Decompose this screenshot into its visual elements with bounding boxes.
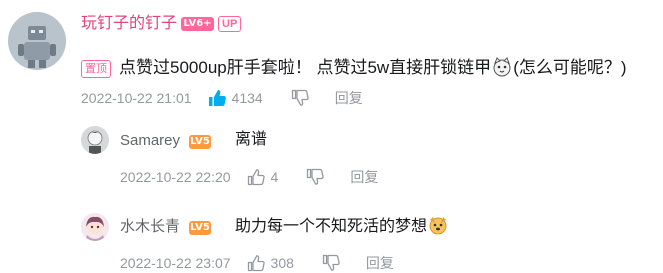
reply-content: 离谱 bbox=[235, 131, 268, 148]
username[interactable]: Samarey bbox=[120, 131, 180, 151]
dislike-icon[interactable] bbox=[306, 168, 325, 186]
username[interactable]: 水木长青 bbox=[120, 217, 180, 237]
level-badge: LV5 bbox=[189, 135, 211, 149]
comment-content: 点赞过5000up肝手套啦！ 点赞过5w直接肝锁链甲 (怎么可能呢？) bbox=[119, 57, 627, 79]
up-badge: UP bbox=[218, 16, 242, 32]
reply-meta: 2022-10-22 23:07 308 回复 bbox=[120, 253, 394, 273]
robot-avatar-image bbox=[8, 12, 66, 70]
like-icon-filled[interactable] bbox=[208, 89, 226, 107]
comment-text: 点赞过5000up肝手套啦！ 点赞过5w直接肝锁链甲 bbox=[119, 58, 492, 77]
comment-text-tail: (怎么可能呢？) bbox=[513, 58, 627, 77]
dog-emoji-icon bbox=[428, 215, 448, 235]
comment-time: 2022-10-22 21:01 bbox=[81, 90, 192, 106]
avatar[interactable] bbox=[81, 213, 109, 241]
like-icon[interactable] bbox=[247, 254, 265, 272]
like-count: 4 bbox=[270, 169, 279, 185]
reply-button[interactable]: 回复 bbox=[350, 167, 378, 187]
reply-button[interactable]: 回复 bbox=[366, 253, 394, 273]
anime-girl-avatar-image bbox=[81, 213, 109, 241]
like-count: 4134 bbox=[231, 90, 263, 106]
reply-time: 2022-10-22 23:07 bbox=[120, 255, 231, 271]
reply-button[interactable]: 回复 bbox=[335, 88, 363, 108]
character-avatar-image bbox=[81, 126, 109, 154]
dislike-icon[interactable] bbox=[322, 254, 340, 272]
reply-text: 助力每一个不知死活的梦想 bbox=[235, 218, 428, 235]
dislike-icon[interactable] bbox=[291, 89, 309, 107]
level-badge: LV6+ bbox=[181, 17, 214, 31]
comment-meta: 2022-10-22 21:01 4134 回复 bbox=[81, 88, 363, 108]
reply-time: 2022-10-22 22:20 bbox=[120, 169, 231, 185]
reply-content: 助力每一个不知死活的梦想 bbox=[235, 215, 449, 238]
avatar[interactable] bbox=[8, 12, 66, 70]
like-count: 308 bbox=[270, 255, 294, 271]
pinned-badge: 置顶 bbox=[81, 60, 111, 78]
reply-meta: 2022-10-22 22:20 4 回复 bbox=[120, 167, 378, 187]
like-icon[interactable] bbox=[247, 168, 265, 186]
avatar[interactable] bbox=[81, 126, 109, 154]
cat-emoji-icon bbox=[492, 57, 512, 77]
username[interactable]: 玩钉子的钉子 bbox=[81, 14, 177, 34]
level-badge: LV5 bbox=[189, 221, 211, 235]
